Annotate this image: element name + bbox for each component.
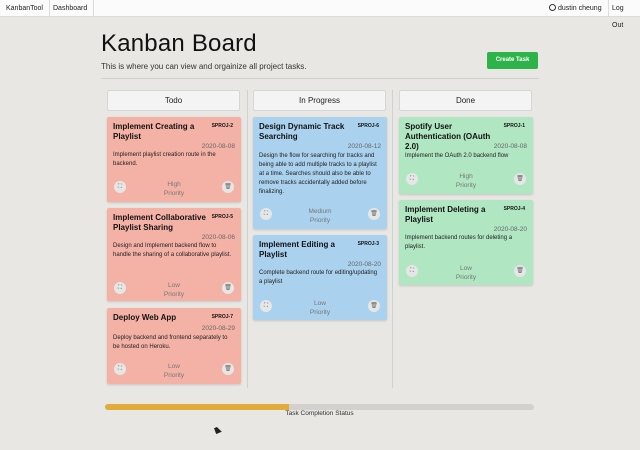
task-priority: Low Priority (163, 282, 185, 298)
task-card[interactable]: Deploy Web App SPROJ-7 2020-08-29 Deploy… (107, 308, 241, 384)
task-id: SPROJ-7 (211, 314, 233, 320)
trash-icon[interactable]: 🗑 (368, 208, 380, 220)
user-circle-icon (549, 4, 556, 11)
task-priority: Low Priority (163, 363, 185, 379)
task-id: SPROJ-5 (211, 214, 233, 220)
task-date: 2020-08-12 (347, 143, 381, 150)
task-id: SPROJ-2 (211, 123, 233, 129)
task-card[interactable]: Implement Creating a Playlist SPROJ-2 20… (107, 117, 241, 202)
task-description: Complete backend route for editing/updat… (259, 270, 378, 285)
task-id: SPROJ-6 (357, 123, 379, 129)
task-date: 2020-08-29 (201, 325, 235, 332)
task-description: Deploy backend and frontend separately t… (113, 335, 228, 350)
mouse-cursor-icon (214, 426, 222, 434)
task-title: Implement Editing a Playlist (259, 240, 336, 259)
task-date: 2020-08-20 (493, 226, 527, 233)
task-date: 2020-08-08 (201, 143, 235, 150)
nav-dashboard-link[interactable]: Dashboard (47, 0, 95, 17)
column-header-done: Done (399, 90, 532, 111)
trash-icon[interactable]: 🗑 (514, 173, 526, 185)
column-divider (247, 90, 248, 388)
page-title: Kanban Board (101, 30, 257, 57)
task-date: 2020-08-08 (493, 143, 527, 150)
task-card[interactable]: Implement Editing a Playlist SPROJ-3 202… (253, 235, 387, 320)
task-title: Spotify User Authentication (OAuth 2.0) (405, 122, 491, 151)
brand-link[interactable]: KanbanTool (0, 0, 50, 17)
header-divider (101, 78, 539, 79)
task-card[interactable]: Spotify User Authentication (OAuth 2.0) … (399, 117, 533, 194)
task-card[interactable]: Implement Collaborative Playlist Sharing… (107, 208, 241, 301)
column-divider (392, 90, 393, 388)
expand-icon[interactable]: ⛶ (406, 265, 418, 277)
task-description: Implement the OAuth 2.0 backend flow (405, 153, 509, 159)
logout-link[interactable]: Log Out (606, 0, 640, 29)
task-priority: High Priority (163, 181, 185, 197)
trash-icon[interactable]: 🗑 (222, 181, 234, 193)
task-description: Design and Implement backend flow to han… (113, 243, 232, 258)
task-title: Deploy Web App (113, 313, 177, 322)
task-title: Implement Collaborative Playlist Sharing (113, 213, 206, 232)
task-priority: Low Priority (309, 300, 331, 316)
task-priority: Low Priority (455, 265, 477, 281)
task-title: Design Dynamic Track Searching (259, 122, 345, 141)
task-id: SPROJ-1 (503, 123, 525, 129)
task-priority: Medium Priority (308, 208, 332, 224)
task-description: Implement backend routes for deleting a … (405, 235, 513, 250)
task-id: SPROJ-4 (503, 206, 525, 212)
trash-icon[interactable]: 🗑 (368, 300, 380, 312)
task-description: Design the flow for searching for tracks… (259, 153, 377, 195)
task-title: Implement Deleting a Playlist (405, 205, 486, 224)
task-priority: High Priority (455, 173, 477, 189)
expand-icon[interactable]: ⛶ (406, 173, 418, 185)
column-header-in-progress: In Progress (253, 90, 386, 111)
expand-icon[interactable]: ⛶ (114, 181, 126, 193)
expand-icon[interactable]: ⛶ (260, 300, 272, 312)
task-id: SPROJ-3 (357, 241, 379, 247)
progress-label: Task Completion Status (285, 410, 354, 417)
column-header-todo: Todo (107, 90, 240, 111)
task-card[interactable]: Design Dynamic Track Searching SPROJ-6 2… (253, 117, 387, 229)
task-description: Implement playlist creation route in the… (113, 152, 216, 167)
expand-icon[interactable]: ⛶ (260, 208, 272, 220)
trash-icon[interactable]: 🗑 (514, 265, 526, 277)
expand-icon[interactable]: ⛶ (114, 363, 126, 375)
page-subtitle: This is where you can view and orgainize… (101, 62, 307, 71)
task-title: Implement Creating a Playlist (113, 122, 195, 141)
trash-icon[interactable]: 🗑 (222, 363, 234, 375)
create-task-button[interactable]: Create Task (487, 52, 538, 69)
task-date: 2020-08-06 (201, 234, 235, 241)
navbar: KanbanTool Dashboard dustin cheung Log O… (0, 0, 640, 29)
trash-icon[interactable]: 🗑 (222, 282, 234, 294)
task-date: 2020-08-20 (347, 261, 381, 268)
expand-icon[interactable]: ⛶ (114, 282, 126, 294)
user-menu[interactable]: dustin cheung (543, 0, 609, 17)
task-card[interactable]: Implement Deleting a Playlist SPROJ-4 20… (399, 200, 533, 285)
user-name: dustin cheung (558, 5, 602, 12)
